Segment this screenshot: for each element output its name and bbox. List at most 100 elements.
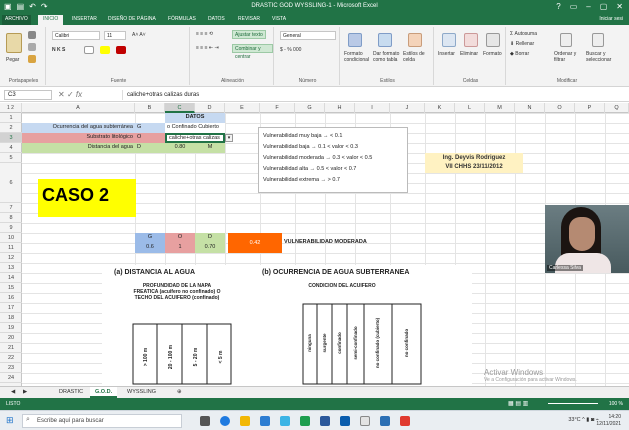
zoom-slider[interactable] xyxy=(548,403,598,404)
row-header[interactable]: 18 xyxy=(0,313,22,323)
cut-icon[interactable] xyxy=(28,31,36,39)
sort-filter-icon[interactable] xyxy=(560,33,572,47)
row-header[interactable]: 3 xyxy=(0,133,22,143)
col-header[interactable]: K xyxy=(425,103,455,113)
pdf-taskbar-icon[interactable] xyxy=(400,416,410,426)
font-color-icon[interactable] xyxy=(116,46,126,54)
cell-c3-selected[interactable]: caliche+otras calizas xyxy=(165,133,225,143)
select-all-corner[interactable]: 1 2 xyxy=(0,103,22,113)
row-header[interactable]: 2 xyxy=(0,123,22,133)
paste-icon[interactable] xyxy=(6,33,22,53)
format-painter-icon[interactable] xyxy=(28,55,36,63)
col-header[interactable]: L xyxy=(455,103,485,113)
app-taskbar-icon[interactable] xyxy=(360,416,370,426)
taskbar-clock[interactable]: 14:20 12/11/2021 xyxy=(596,414,621,428)
enter-icon[interactable]: ✓ xyxy=(67,90,74,99)
clear-button[interactable]: ◆ Borrar xyxy=(510,51,529,57)
cell-b3[interactable]: O xyxy=(135,133,165,143)
grow-shrink-font-icon[interactable]: A˄ A˅ xyxy=(132,32,146,38)
sheet-tab-wyssling[interactable]: WYSSLING xyxy=(122,387,161,398)
vulnerability-scale-box[interactable]: Vulnerabilidad muy baja → < 0.1 Vulnerab… xyxy=(258,127,408,193)
row-header[interactable]: 10 xyxy=(0,233,22,243)
cell-styles-icon[interactable] xyxy=(408,33,422,47)
col-header[interactable]: M xyxy=(485,103,515,113)
cancel-icon[interactable]: ✕ xyxy=(58,90,65,99)
dropdown-arrow-icon[interactable]: ▾ xyxy=(225,134,233,142)
font-size-combo[interactable]: 11 xyxy=(104,31,126,40)
delete-cells-icon[interactable] xyxy=(464,33,478,47)
app2-taskbar-icon[interactable] xyxy=(380,416,390,426)
cell-c4[interactable]: 0.80 xyxy=(165,143,195,153)
cond-format-label[interactable]: Formato condicional xyxy=(344,51,372,63)
row-header[interactable]: 7 xyxy=(0,203,22,213)
col-header[interactable]: G xyxy=(295,103,325,113)
sign-in-link[interactable]: Iniciar sesi xyxy=(599,16,623,22)
tab-insertar[interactable]: INSERTAR xyxy=(72,16,97,22)
task-view-icon[interactable] xyxy=(200,416,210,426)
delete-label[interactable]: Eliminar xyxy=(460,51,478,57)
row-header[interactable]: 11 xyxy=(0,243,22,253)
excel-taskbar-icon[interactable] xyxy=(300,416,310,426)
merge-center-button[interactable]: Combinar y centrar xyxy=(232,44,273,60)
tab-formulas[interactable]: FÓRMULAS xyxy=(168,16,196,22)
row-header[interactable]: 21 xyxy=(0,343,22,353)
word-taskbar-icon[interactable] xyxy=(320,416,330,426)
number-format-combo[interactable]: General xyxy=(280,31,336,40)
name-box[interactable]: C3 xyxy=(4,90,52,100)
zoom-level[interactable]: 100 % xyxy=(609,401,623,407)
row-header[interactable]: 22 xyxy=(0,353,22,363)
webcam-overlay[interactable]: Carlessa Silva xyxy=(545,205,629,273)
row-header[interactable]: 6 xyxy=(0,163,22,203)
find-select-label[interactable]: Buscar y seleccionar xyxy=(586,51,620,63)
maximize-icon[interactable]: ▢ xyxy=(600,2,608,11)
system-tray[interactable]: 33°C ^ ▮ ◙ ⌁ xyxy=(568,417,599,423)
add-sheet-icon[interactable]: ⊕ xyxy=(172,387,187,398)
col-header[interactable]: A xyxy=(22,103,135,113)
fill-color-icon[interactable] xyxy=(100,46,110,54)
row-header[interactable]: 20 xyxy=(0,333,22,343)
cell-d9[interactable]: D xyxy=(195,233,225,243)
row-header[interactable]: 24 xyxy=(0,373,22,383)
caso-box[interactable]: CASO 2 xyxy=(38,179,136,217)
help-icon[interactable]: ? xyxy=(556,2,560,11)
row-header[interactable]: 14 xyxy=(0,273,22,283)
view-icons[interactable]: ▦ ▤ ▥ xyxy=(508,400,528,407)
find-select-icon[interactable] xyxy=(592,33,604,47)
god-method-figure[interactable]: (a) DISTANCIA AL AGUA PROFUNDIDAD DE LA … xyxy=(102,265,472,386)
row-header[interactable]: 9 xyxy=(0,223,22,233)
cell-b2[interactable]: G xyxy=(135,123,165,133)
bold-italic-underline[interactable]: N K S xyxy=(52,47,65,53)
minimize-icon[interactable]: – xyxy=(586,2,590,11)
result-value-cell[interactable]: 0.42 xyxy=(228,233,282,253)
format-cells-icon[interactable] xyxy=(486,33,500,47)
col-header[interactable]: D xyxy=(195,103,225,113)
taskbar-search-input[interactable]: Escribe aquí para buscar xyxy=(22,414,182,428)
font-name-combo[interactable]: Calibri xyxy=(52,31,100,40)
windows-start-icon[interactable]: ⊞ xyxy=(6,415,14,426)
cell-styles-label[interactable]: Estilos de celda xyxy=(403,51,431,63)
file-explorer-icon[interactable] xyxy=(240,416,250,426)
row-header[interactable]: 4 xyxy=(0,143,22,153)
row-header[interactable]: 13 xyxy=(0,263,22,273)
cell-b10[interactable]: 0.6 xyxy=(135,243,165,253)
col-header[interactable]: H xyxy=(325,103,355,113)
tab-datos[interactable]: DATOS xyxy=(208,16,225,22)
sheet-tab-god[interactable]: G.O.D. xyxy=(90,387,118,398)
cell-d10[interactable]: 0.70 xyxy=(195,243,225,253)
conditional-format-icon[interactable] xyxy=(348,33,362,47)
format-label[interactable]: Formato xyxy=(483,51,502,57)
result-label[interactable]: VULNERABILIDAD MODERADA xyxy=(284,238,404,248)
cell-a2[interactable]: Ocurrencia del agua subterránea xyxy=(22,123,135,133)
format-table-icon[interactable] xyxy=(378,33,392,47)
borders-icon[interactable] xyxy=(84,46,94,54)
cell-d4[interactable]: M xyxy=(195,143,225,153)
row-header[interactable]: 8 xyxy=(0,213,22,223)
row-header[interactable]: 5 xyxy=(0,153,22,163)
tab-revisar[interactable]: REVISAR xyxy=(238,16,260,22)
align-icons-2[interactable]: ≡ ≡ ≡ ⇤ ⇥ xyxy=(196,45,219,51)
cell-c9[interactable]: O xyxy=(165,233,195,243)
row-header[interactable]: 16 xyxy=(0,293,22,303)
meet-taskbar-icon[interactable] xyxy=(340,416,350,426)
tab-diseno[interactable]: DISEÑO DE PÁGINA xyxy=(108,16,156,22)
tab-vista[interactable]: VISTA xyxy=(272,16,286,22)
